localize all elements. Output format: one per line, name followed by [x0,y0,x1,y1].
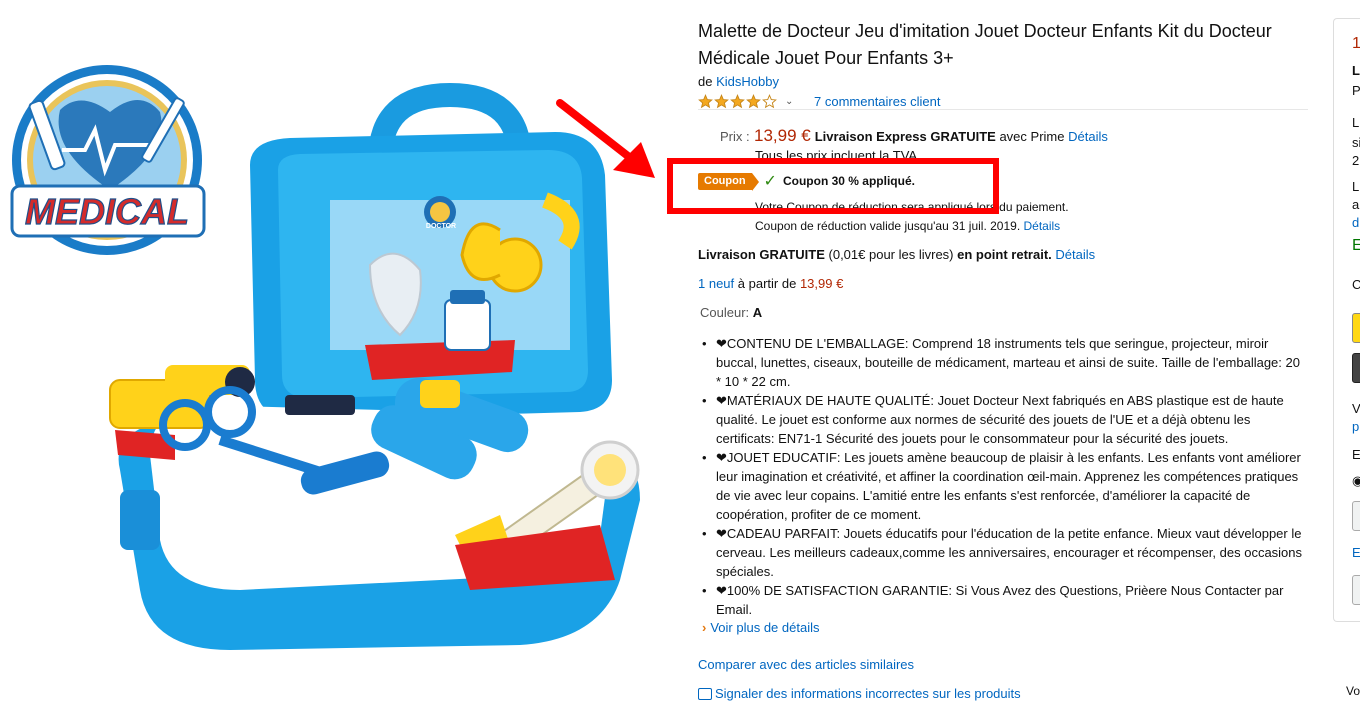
price-value: 13,99 € [754,126,811,145]
list-item: ❤JOUET EDUCATIF: Les jouets amène beauco… [702,448,1308,524]
chevron-down-icon[interactable]: ⌄ [785,96,797,107]
red-arrow-annotation [556,99,655,178]
feature-bullets: ❤CONTENU DE L'EMBALLAGE: Comprend 18 ins… [702,334,1308,619]
list-item: ❤MATÉRIAUX DE HAUTE QUALITÉ: Jouet Docte… [702,391,1308,448]
bottom-right-text: Vo [1346,684,1360,698]
see-more-details[interactable]: › Voir plus de détails [702,620,819,635]
case-label: DOCTOR [426,223,456,230]
color-label: Couleur: [700,305,750,320]
report-row[interactable]: Signaler des informations incorrectes su… [698,686,1021,701]
gift-button[interactable] [1352,501,1360,531]
star-rating[interactable] [698,93,777,109]
delivery-info: Livraison GRATUITE (0,01€ pour les livre… [698,247,1095,262]
delivery-paren: (0,01€ pour les livres) [828,247,954,262]
coupon-valid: Coupon de réduction valide jusqu'au 31 j… [755,219,1060,233]
logo-text: MEDICAL [25,191,189,232]
chevron-right-icon: › [702,620,707,635]
buybox-link[interactable]: d [1352,215,1359,230]
comment-icon [698,687,712,700]
star-filled-icon [746,93,761,108]
reviews-link[interactable]: 7 commentaires client [814,94,940,109]
prime-text: avec Prime [999,129,1065,144]
new-offers-link[interactable]: 1 neuf [698,276,734,291]
price-row: Prix : 13,99 € Livraison Express GRATUIT… [720,126,1108,146]
delivery-details-link[interactable]: Détails [1055,247,1095,262]
buybox-text: a [1352,197,1360,212]
shipping-details-link[interactable]: Détails [1068,129,1108,144]
star-empty-icon [762,93,777,108]
offers-text: à partir de [737,276,797,291]
buybox-text: P [1352,83,1360,98]
byline: de KidsHobby [698,74,779,89]
buybox-text: V [1352,401,1360,416]
star-filled-icon [730,93,745,108]
rating-row: ⌄ 7 commentaires client [698,92,940,110]
byline-prefix: de [698,74,713,89]
buybox-text: L [1352,115,1360,130]
compare-link[interactable]: Comparer avec des articles similaires [698,657,914,672]
coupon-highlight-box [667,158,999,214]
express-shipping: Livraison Express GRATUITE [814,129,996,144]
buybox-text: E [1352,447,1360,462]
list-item: ❤CONTENU DE L'EMBALLAGE: Comprend 18 ins… [702,334,1308,391]
buybox-text: C [1352,277,1360,292]
coupon-details-link[interactable]: Détails [1024,219,1061,233]
buy-box: 1 L P L si 2 L a d E C V p E ◉ E [1333,18,1360,622]
offers-row: 1 neuf à partir de 13,99 € [698,276,843,291]
star-filled-icon [714,93,729,108]
buybox-text: 2 [1352,153,1360,168]
buybox-link[interactable]: p [1352,419,1359,434]
add-to-cart-button[interactable] [1352,313,1360,343]
color-value: A [752,305,763,320]
buybox-text: L [1352,63,1360,78]
divider [698,109,1308,110]
delivery-point: en point retrait. [957,247,1052,262]
delivery-free: Livraison GRATUITE [698,247,825,262]
color-row: Couleur: A [700,305,762,320]
radio-icon[interactable]: ◉ [1352,473,1360,489]
list-item: ❤100% DE SATISFACTION GARANTIE: Si Vous … [702,581,1308,619]
buybox-price: 1 [1352,35,1360,53]
see-more-link[interactable]: Voir plus de détails [710,620,819,635]
offers-price: 13,99 € [799,276,844,291]
brand-link[interactable]: KidsHobby [716,74,779,89]
buybox-text: si [1352,135,1360,150]
list-item: ❤CADEAU PARFAIT: Jouets éducatifs pour l… [702,524,1308,581]
buybox-stock: E [1352,237,1360,255]
coupon-valid-text: Coupon de réduction valide jusqu'au 31 j… [755,219,1021,233]
buy-now-button[interactable] [1352,353,1360,383]
price-label: Prix : [720,129,750,144]
star-filled-icon [698,93,713,108]
buybox-text: L [1352,179,1360,194]
buybox-link[interactable]: E [1352,545,1360,560]
product-title: Malette de Docteur Jeu d'imitation Jouet… [698,21,1272,68]
wishlist-button[interactable] [1352,575,1360,605]
report-link[interactable]: Signaler des informations incorrectes su… [715,686,1021,701]
